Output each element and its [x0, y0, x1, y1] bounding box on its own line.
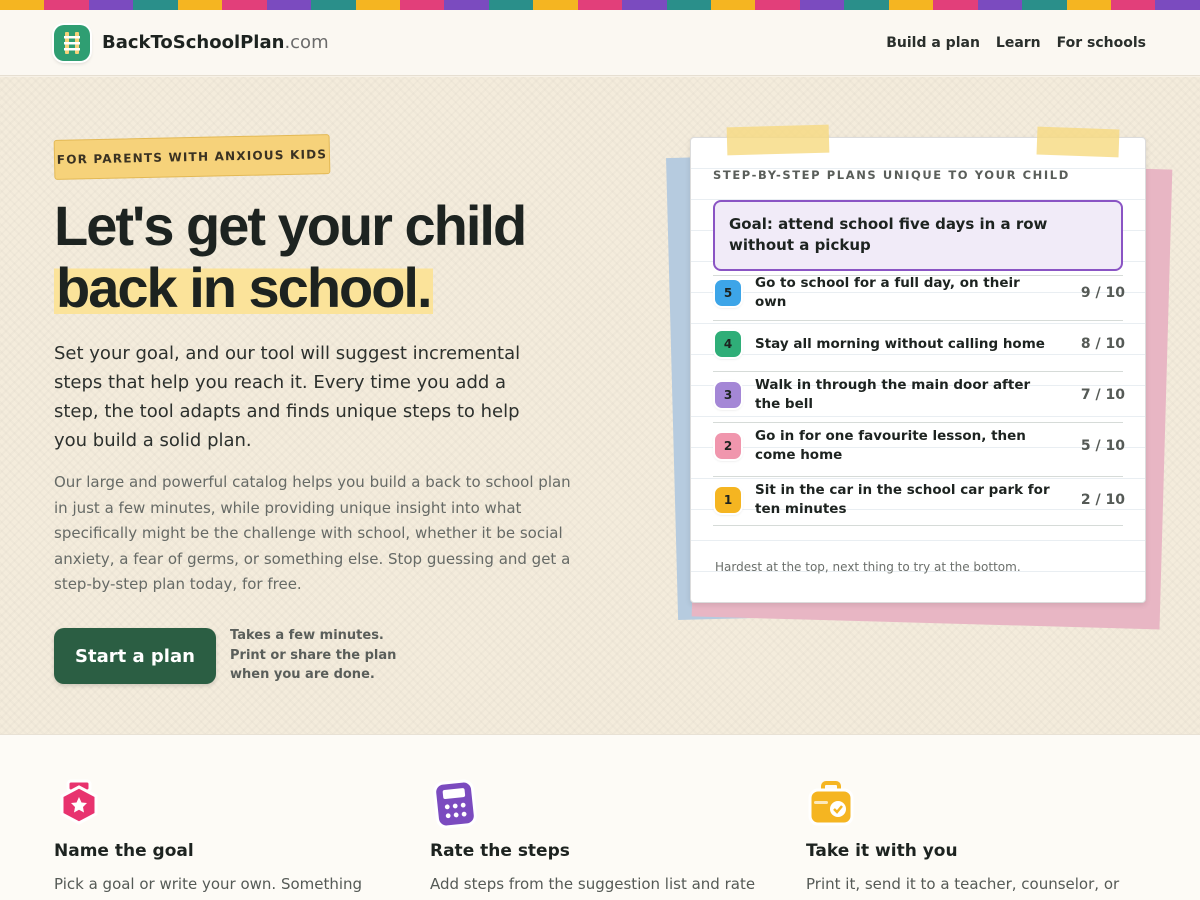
step-score: 9 / 10: [1080, 285, 1125, 301]
step-divider: [713, 371, 1123, 372]
stripe-segment: [799, 0, 845, 10]
feature-rate-the-steps: Rate the steps Add steps from the sugges…: [430, 779, 770, 900]
title-line-1: Let's get your child: [54, 194, 527, 257]
card-footer-note: Hardest at the top, next thing to try at…: [715, 560, 1021, 574]
page-title: Let's get your child back in school.: [54, 195, 614, 319]
top-color-stripe: [0, 0, 1200, 10]
stripe-segment: [622, 0, 667, 10]
step-text: Go in for one favourite lesson, then com…: [755, 428, 1026, 463]
stripe-segment: [666, 0, 711, 10]
stripe-segment: [355, 0, 400, 10]
hero-section: FOR PARENTS WITH ANXIOUS KIDS Let's get …: [0, 77, 1200, 734]
step-score: 5 / 10: [1080, 438, 1125, 454]
stripe-segment: [533, 0, 578, 10]
step-text: Walk in through the main door after the …: [755, 377, 1031, 412]
stripe-segment: [1066, 0, 1111, 10]
step-number-badge: 4: [715, 331, 741, 357]
card-label: STEP-BY-STEP PLANS UNIQUE TO YOUR CHILD: [713, 168, 1070, 182]
stripe-segment: [977, 0, 1023, 10]
step-text: Stay all morning without calling home: [755, 335, 1045, 352]
stripe-segment: [399, 0, 445, 10]
feature-text: Print it, send it to a teacher, counselo…: [806, 875, 1120, 893]
brand-name-tld: .com: [284, 32, 329, 53]
plan-step-1: 1 Sit in the car in the school car park f…: [691, 479, 1147, 521]
step-divider: [713, 422, 1123, 423]
hero-lede: Set your goal, and our tool will suggest…: [54, 343, 521, 451]
tape-right: [1036, 126, 1120, 158]
brand-name-main: BackToSchoolPlan: [102, 32, 285, 53]
tape-left: [726, 124, 830, 156]
step-divider: [713, 275, 1123, 276]
step-text: Sit in the car in the school car park fo…: [755, 482, 1050, 517]
stripe-segment: [577, 0, 623, 10]
stripe-segment: [488, 0, 534, 10]
feature-take-it-with-you: Take it with you Print it, send it to a …: [806, 779, 1146, 896]
plan-step-5: 5 Go to school for a full day, on their o…: [691, 272, 1147, 314]
stripe-segment: [311, 0, 356, 10]
stripe-segment: [1022, 0, 1067, 10]
plan-step-2: 2 Go in for one favourite lesson, then co…: [691, 425, 1147, 467]
brand-name: BackToSchoolPlan.com: [102, 32, 329, 53]
stripe-segment: [1110, 0, 1156, 10]
stripe-segment: [444, 0, 489, 10]
nav-for-schools[interactable]: For schools: [1057, 35, 1146, 51]
feature-title: Take it with you: [806, 841, 958, 861]
audience-tag: FOR PARENTS WITH ANXIOUS KIDS: [53, 134, 331, 180]
feature-title: Name the goal: [54, 841, 194, 861]
stripe-segment: [888, 0, 934, 10]
plan-step-3: 3 Walk in through the main door after the…: [691, 374, 1147, 416]
step-divider: [713, 320, 1123, 321]
main-nav: Build a plan Learn For schools: [886, 35, 1146, 51]
step-score: 2 / 10: [1080, 492, 1125, 508]
stripe-segment: [1155, 0, 1200, 10]
site-header: BackToSchoolPlan.com Build a plan Learn …: [0, 10, 1200, 76]
step-number-badge: 1: [715, 487, 741, 513]
briefcase-check-icon: [806, 779, 856, 829]
pencil-logo-icon: [54, 24, 90, 61]
stripe-segment: [177, 0, 223, 10]
nav-build-a-plan[interactable]: Build a plan: [886, 35, 980, 51]
cta-note: Takes a few minutes. Print or share the …: [230, 628, 397, 682]
step-divider: [713, 476, 1123, 477]
feature-name-the-goal: Name the goal Pick a goal or write your …: [54, 779, 394, 900]
step-score: 8 / 10: [1080, 336, 1125, 352]
stripe-segment: [222, 0, 267, 10]
hero-body: Our large and powerful catalog helps you…: [54, 473, 571, 594]
stripe-segment: [88, 0, 134, 10]
stripe-segment: [0, 0, 45, 10]
feature-title: Rate the steps: [430, 841, 570, 861]
feature-text: Add steps from the suggestion list and r…: [430, 875, 756, 900]
plan-step-4: 4 Stay all morning without calling home 8 …: [691, 323, 1147, 365]
stripe-segment: [711, 0, 756, 10]
step-divider: [713, 525, 1123, 526]
calculator-icon: [430, 779, 480, 829]
stripe-segment: [844, 0, 889, 10]
step-number-badge: 5: [715, 280, 741, 306]
step-number-badge: 3: [715, 382, 741, 408]
stripe-segment: [933, 0, 978, 10]
start-plan-button[interactable]: Start a plan: [54, 628, 216, 684]
stripe-segment: [133, 0, 178, 10]
stripe-segment: [44, 0, 89, 10]
stripe-segment: [755, 0, 800, 10]
nav-learn[interactable]: Learn: [996, 35, 1041, 51]
plan-example-card: STEP-BY-STEP PLANS UNIQUE TO YOUR CHILD …: [690, 124, 1147, 603]
step-score: 7 / 10: [1080, 387, 1125, 403]
star-badge-icon: [54, 779, 104, 829]
features-section: Name the goal Pick a goal or write your …: [0, 734, 1200, 900]
goal-box: Goal: attend school five days in a row w…: [713, 200, 1123, 271]
title-line-2-highlight: back in school.: [54, 256, 433, 319]
step-text: Go to school for a full day, on their ow…: [755, 275, 1020, 310]
stripe-segment: [266, 0, 312, 10]
feature-text: Pick a goal or write your own. Something…: [54, 875, 363, 900]
brand[interactable]: BackToSchoolPlan.com: [54, 24, 329, 61]
step-number-badge: 2: [715, 433, 741, 459]
